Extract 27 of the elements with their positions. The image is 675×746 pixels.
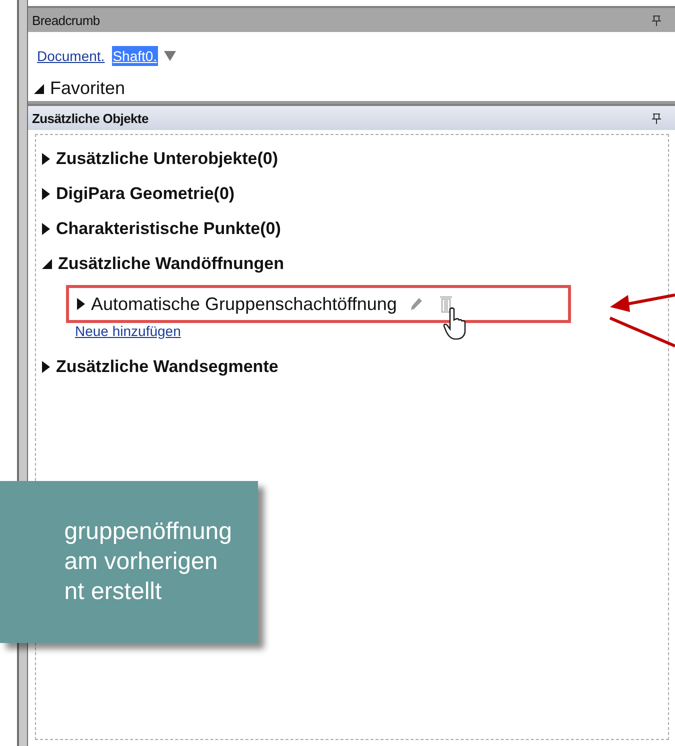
- trash-icon[interactable]: [438, 295, 453, 313]
- hand-cursor-icon: [442, 307, 467, 341]
- breadcrumb-link[interactable]: Shaft0.: [112, 46, 158, 66]
- expand-triangle-icon[interactable]: [42, 360, 50, 372]
- dropdown-caret-icon[interactable]: [164, 50, 176, 62]
- pointer-arrow: [610, 294, 675, 312]
- pencil-icon[interactable]: [408, 296, 423, 312]
- add-new-link[interactable]: Neue hinzufügen: [75, 323, 668, 349]
- tree-item-label[interactable]: Zusätzliche Wandsegmente: [56, 356, 278, 376]
- expand-triangle-icon[interactable]: [77, 298, 85, 310]
- collapse-triangle-icon[interactable]: [42, 258, 52, 268]
- breadcrumb-link[interactable]: Document.: [36, 46, 106, 66]
- pin-icon[interactable]: [652, 14, 661, 26]
- panel-title: Zusätzliche Objekte: [32, 110, 148, 126]
- callout-text: gruppenöffnung am vorherigen nt erstellt: [64, 517, 232, 607]
- tree-item-label[interactable]: Zusätzliche Wandöffnungen: [58, 254, 284, 274]
- favorites-label[interactable]: Favoriten: [50, 78, 126, 99]
- tree-item-label[interactable]: Charakteristische Punkte(0): [56, 218, 281, 238]
- collapse-triangle-icon[interactable]: [34, 84, 44, 94]
- expand-triangle-icon[interactable]: [42, 188, 50, 200]
- expand-triangle-icon[interactable]: [42, 152, 50, 164]
- pin-icon[interactable]: [652, 112, 661, 124]
- tree-item-label[interactable]: DigiPara Geometrie(0): [56, 184, 235, 204]
- expand-triangle-icon[interactable]: [42, 222, 50, 234]
- panel-title: Breadcrumb: [32, 12, 100, 28]
- tree-item-label[interactable]: Automatische Gruppenschachtöffnung: [91, 294, 397, 314]
- tree-item-label[interactable]: Zusätzliche Unterobjekte(0): [56, 148, 278, 168]
